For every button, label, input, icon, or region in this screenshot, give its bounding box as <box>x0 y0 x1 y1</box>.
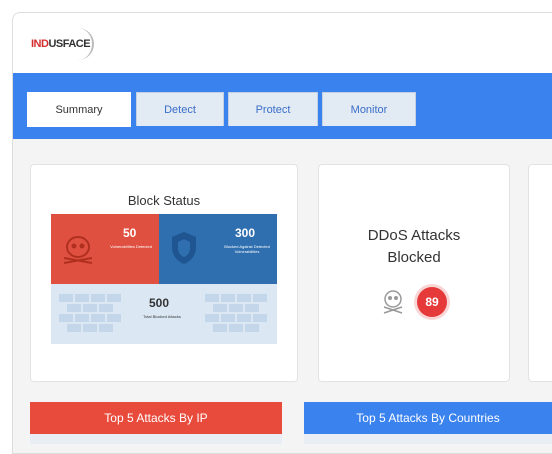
ddos-title-line1: DDoS Attacks <box>367 227 461 244</box>
top-attacks-by-ip-body <box>30 434 282 444</box>
top-attacks-by-countries-body <box>304 434 552 444</box>
ddos-card: DDoS Attacks Blocked 89 <box>318 164 510 382</box>
blocked-label: Blocked Against Detected Vulnerabilities <box>224 244 270 254</box>
brand-logo[interactable]: INDUSFACE <box>30 28 94 60</box>
top-attacks-by-countries-header[interactable]: Top 5 Attacks By Countries <box>304 402 552 434</box>
vulnerabilities-count: 50 <box>123 226 137 240</box>
tab-summary[interactable]: Summary <box>27 92 131 127</box>
brick-wall-icon <box>205 294 267 332</box>
shield-icon <box>172 232 196 264</box>
top-attacks-by-ip-header[interactable]: Top 5 Attacks By IP <box>30 402 282 434</box>
vulnerabilities-label: Vulnerabilities Detected <box>110 244 152 249</box>
pirate-skull-icon <box>63 236 93 264</box>
partial-card <box>528 164 552 382</box>
total-blocked-count: 500 <box>149 296 170 310</box>
top-bar: INDUSFACE <box>13 13 552 73</box>
vulnerabilities-tile[interactable]: 50 Vulnerabilities Detected <box>51 214 159 284</box>
skull-icon <box>383 290 403 314</box>
ddos-title-line2: Blocked <box>387 249 441 266</box>
brick-wall-icon <box>59 294 121 332</box>
tab-monitor[interactable]: Monitor <box>322 92 416 126</box>
total-blocked-label: Total Blocked Attacks <box>143 314 181 319</box>
total-blocked-tile[interactable]: 500 Total Blocked Attacks <box>51 284 277 344</box>
block-status-grid: 50 Vulnerabilities Detected 300 Blocked … <box>37 214 277 344</box>
ddos-count-badge: 89 <box>417 287 447 317</box>
blocked-count: 300 <box>235 226 256 240</box>
block-status-title: Block Status <box>127 193 201 208</box>
tab-protect[interactable]: Protect <box>228 92 318 126</box>
blocked-tile[interactable]: 300 Blocked Against Detected Vulnerabili… <box>159 214 277 284</box>
logo-wordmark: INDUSFACE <box>31 38 91 50</box>
tab-detect[interactable]: Detect <box>136 92 224 126</box>
